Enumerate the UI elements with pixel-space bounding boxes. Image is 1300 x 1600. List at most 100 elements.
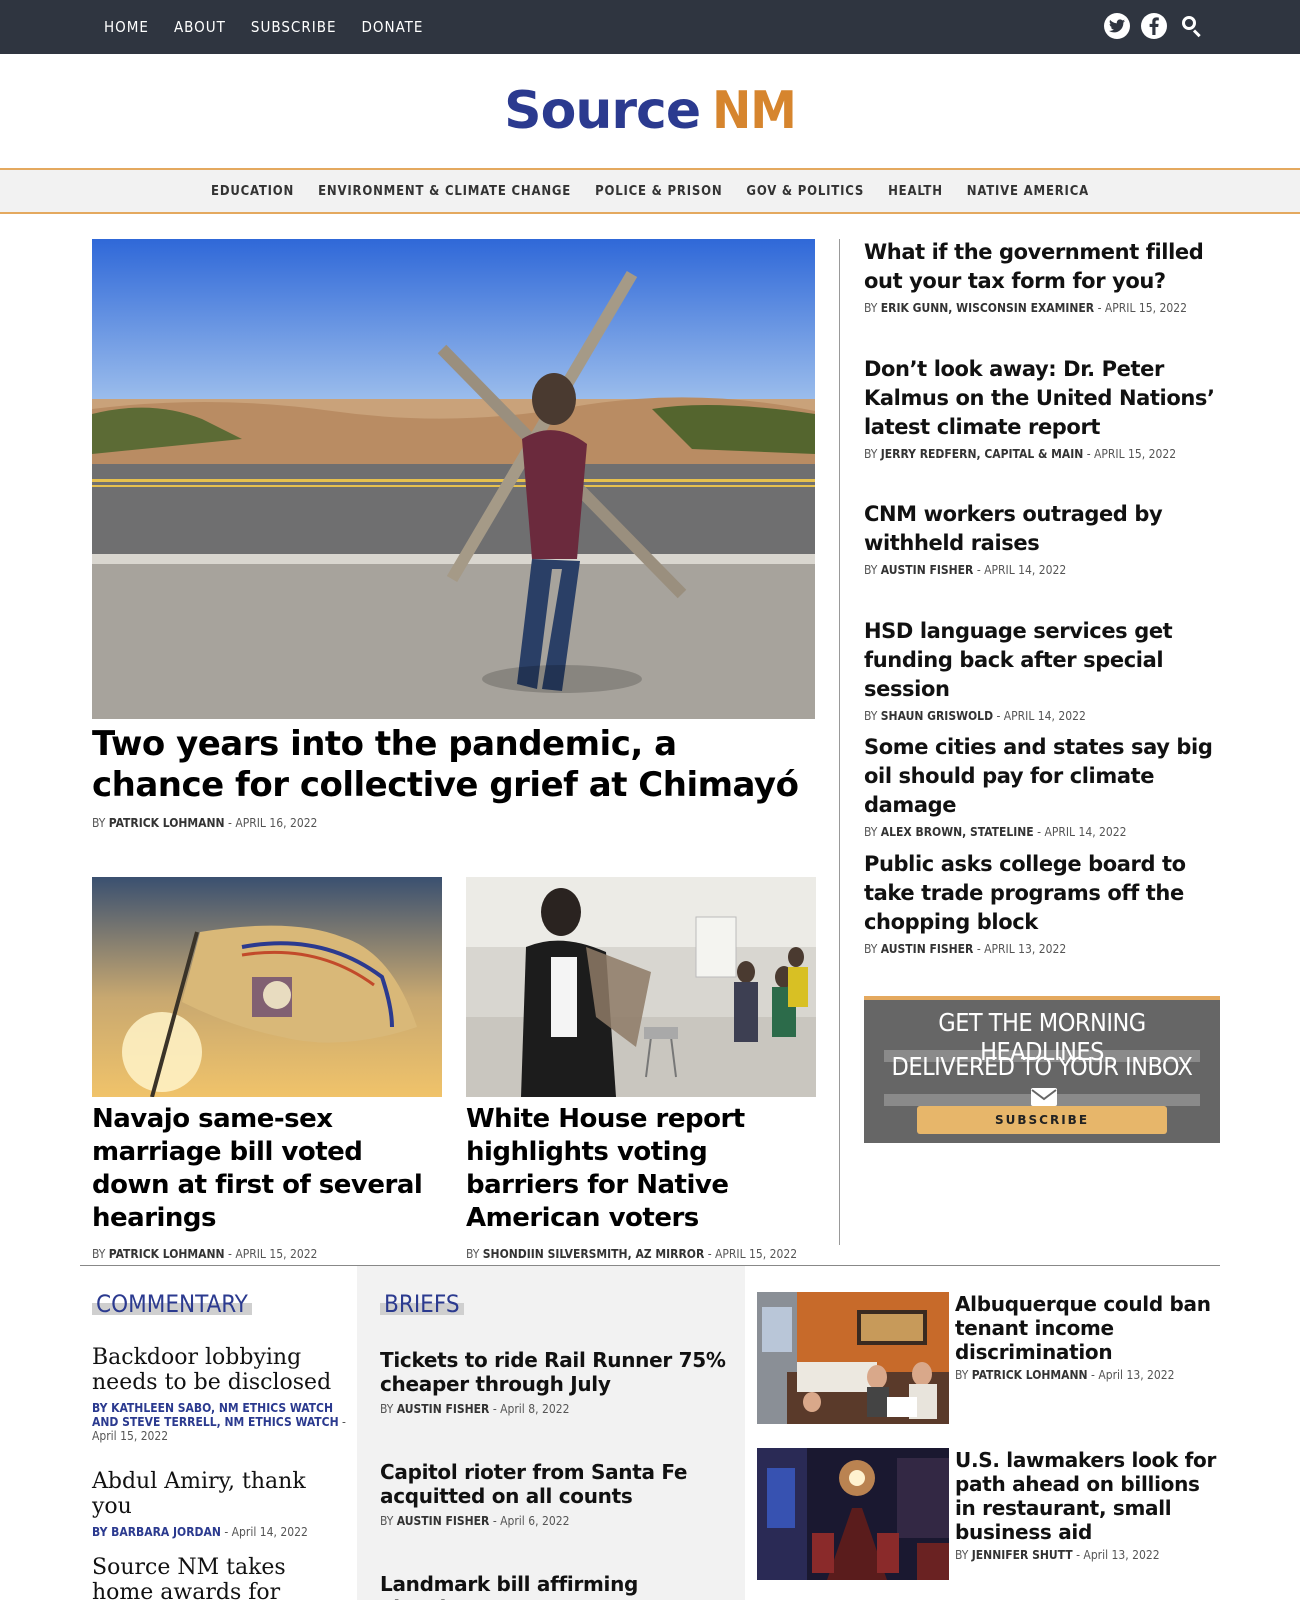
category-education[interactable]: EDUCATION: [211, 184, 294, 199]
hero-image[interactable]: [92, 239, 815, 719]
byline-date: - APRIL 13, 2022: [976, 942, 1067, 956]
photo-story-image[interactable]: [757, 1448, 949, 1580]
hero-headline[interactable]: Two years into the pandemic, a chance fo…: [92, 724, 815, 806]
byline-prefix: BY: [864, 825, 878, 839]
sidebar-story-headline[interactable]: HSD language services get funding back a…: [864, 617, 1224, 704]
byline-date: - April 13, 2022: [1091, 1368, 1175, 1382]
site-logo[interactable]: Source NM: [0, 54, 1300, 168]
briefs-heading-wrap: BRIEFS: [380, 1290, 464, 1318]
byline-date: - April 8, 2022: [492, 1402, 570, 1416]
story-card-image[interactable]: [466, 877, 816, 1097]
byline-author[interactable]: BY KATHLEEN SABO, NM ETHICS WATCH AND ST…: [92, 1401, 339, 1429]
signup-headline-2: DELIVERED TO YOUR INBOX: [884, 1052, 1200, 1110]
top-nav: HOME ABOUT SUBSCRIBE DONATE: [104, 0, 423, 54]
photo-story-text: U.S. lawmakers look for path ahead on bi…: [955, 1448, 1225, 1562]
byline-prefix: BY: [864, 709, 878, 723]
brief-headline[interactable]: Landmark bill affirming abortion: [380, 1572, 730, 1600]
byline-author[interactable]: AUSTIN FISHER: [881, 942, 974, 956]
story-card: White House report highlights voting bar…: [466, 877, 816, 1261]
byline-date: - APRIL 15, 2022: [707, 1247, 798, 1261]
category-gov-politics[interactable]: GOV & POLITICS: [746, 184, 864, 199]
byline-author[interactable]: AUSTIN FISHER: [881, 563, 974, 577]
commentary-heading[interactable]: COMMENTARY: [92, 1290, 252, 1318]
nav-home[interactable]: HOME: [104, 18, 149, 36]
sidebar-story-headline[interactable]: CNM workers outraged by withheld raises: [864, 500, 1224, 558]
facebook-icon[interactable]: [1141, 13, 1167, 39]
nav-subscribe[interactable]: SUBSCRIBE: [251, 18, 337, 36]
commentary-item: Backdoor lobbying needs to be disclosed …: [92, 1345, 347, 1443]
byline-date: - APRIL 16, 2022: [228, 816, 318, 830]
newsletter-signup: GET THE MORNING HEADLINES DELIVERED TO Y…: [864, 996, 1220, 1143]
byline-prefix: BY: [380, 1402, 394, 1416]
sidebar-story-headline[interactable]: Some cities and states say big oil shoul…: [864, 733, 1224, 820]
commentary-section: COMMENTARY: [92, 1290, 342, 1318]
byline-author[interactable]: JERRY REDFERN, CAPITAL & MAIN: [881, 447, 1084, 461]
byline-prefix: BY: [380, 1514, 394, 1528]
briefs-heading[interactable]: BRIEFS: [380, 1290, 464, 1318]
commentary-headline[interactable]: Backdoor lobbying needs to be disclosed: [92, 1345, 347, 1395]
commentary-item: Abdul Amiry, thank you BY BARBARA JORDAN…: [92, 1469, 347, 1539]
sidebar-story-headline[interactable]: Don’t look away: Dr. Peter Kalmus on the…: [864, 355, 1224, 442]
category-police-prison[interactable]: POLICE & PRISON: [595, 184, 722, 199]
category-native-america[interactable]: NATIVE AMERICA: [967, 184, 1089, 199]
byline-author[interactable]: PATRICK LOHMANN: [972, 1368, 1088, 1382]
logo-nm: NM: [712, 81, 797, 141]
byline-prefix: BY: [955, 1548, 969, 1562]
commentary-headline[interactable]: Source NM takes home awards for stories …: [92, 1555, 347, 1600]
logo-wordmark: Source NM: [504, 81, 797, 141]
byline-author[interactable]: PATRICK LOHMANN: [109, 816, 225, 830]
byline-prefix: BY: [864, 563, 878, 577]
brief-headline[interactable]: Capitol rioter from Santa Fe acquitted o…: [380, 1460, 730, 1508]
byline-author[interactable]: AUSTIN FISHER: [397, 1402, 490, 1416]
category-environment[interactable]: ENVIRONMENT & CLIMATE CHANGE: [318, 184, 571, 199]
story-card-image[interactable]: [92, 877, 442, 1097]
photo-story-headline[interactable]: Albuquerque could ban tenant income disc…: [955, 1292, 1225, 1364]
byline-author[interactable]: PATRICK LOHMANN: [109, 1247, 225, 1261]
sidebar-story-byline: BY SHAUN GRISWOLD - APRIL 14, 2022: [864, 709, 1224, 723]
envelope-icon: [1027, 1081, 1057, 1110]
byline-date: - April 13, 2022: [1076, 1548, 1160, 1562]
byline-date: - APRIL 15, 2022: [228, 1247, 318, 1261]
byline-date: - April 6, 2022: [492, 1514, 570, 1528]
photo-story-byline: BY PATRICK LOHMANN - April 13, 2022: [955, 1368, 1225, 1382]
byline-author[interactable]: SHAUN GRISWOLD: [881, 709, 993, 723]
brief-headline[interactable]: Tickets to ride Rail Runner 75% cheaper …: [380, 1348, 730, 1396]
story-card-headline[interactable]: Navajo same-sex marriage bill voted down…: [92, 1103, 442, 1235]
sidebar-story-headline[interactable]: Public asks college board to take trade …: [864, 850, 1224, 937]
photo-story: Albuquerque could ban tenant income disc…: [757, 1292, 1227, 1424]
search-icon[interactable]: [1178, 13, 1204, 39]
byline-author[interactable]: ALEX BROWN, STATELINE: [881, 825, 1034, 839]
column-divider: [839, 239, 840, 1245]
commentary-byline: BY KATHLEEN SABO, NM ETHICS WATCH AND ST…: [92, 1401, 347, 1443]
photo-story-headline[interactable]: U.S. lawmakers look for path ahead on bi…: [955, 1448, 1225, 1544]
commentary-headline[interactable]: Abdul Amiry, thank you: [92, 1469, 347, 1519]
byline-author[interactable]: BY BARBARA JORDAN: [92, 1525, 221, 1539]
byline-prefix: BY: [92, 1247, 106, 1261]
logo-source: Source: [504, 81, 701, 141]
byline-author[interactable]: AUSTIN FISHER: [397, 1514, 490, 1528]
brief-item: Capitol rioter from Santa Fe acquitted o…: [380, 1460, 730, 1528]
sidebar-story-byline: BY ERIK GUNN, WISCONSIN EXAMINER - APRIL…: [864, 301, 1224, 315]
photo-story-image[interactable]: [757, 1292, 949, 1424]
byline-prefix: BY: [864, 942, 878, 956]
byline-author[interactable]: SHONDIIN SILVERSMITH, AZ MIRROR: [483, 1247, 704, 1261]
sidebar-story-byline: BY AUSTIN FISHER - APRIL 13, 2022: [864, 942, 1224, 956]
photo-story-byline: BY JENNIFER SHUTT - April 13, 2022: [955, 1548, 1225, 1562]
story-card-headline[interactable]: White House report highlights voting bar…: [466, 1103, 816, 1235]
byline-prefix: BY: [955, 1368, 969, 1382]
twitter-icon[interactable]: [1104, 13, 1130, 39]
sidebar-story: CNM workers outraged by withheld raises …: [864, 500, 1224, 577]
nav-donate[interactable]: DONATE: [362, 18, 424, 36]
subscribe-button[interactable]: SUBSCRIBE: [917, 1106, 1167, 1134]
sidebar-story: What if the government filled out your t…: [864, 238, 1224, 315]
category-health[interactable]: HEALTH: [888, 184, 943, 199]
byline-author[interactable]: JENNIFER SHUTT: [972, 1548, 1073, 1562]
byline-author[interactable]: ERIK GUNN, WISCONSIN EXAMINER: [881, 301, 1094, 315]
story-card: Navajo same-sex marriage bill voted down…: [92, 877, 442, 1261]
byline-prefix: BY: [864, 301, 878, 315]
sidebar-story-byline: BY AUSTIN FISHER - APRIL 14, 2022: [864, 563, 1224, 577]
brief-item: Landmark bill affirming abortion: [380, 1572, 730, 1600]
category-nav: EDUCATION ENVIRONMENT & CLIMATE CHANGE P…: [0, 168, 1300, 214]
nav-about[interactable]: ABOUT: [174, 18, 226, 36]
sidebar-story-headline[interactable]: What if the government filled out your t…: [864, 238, 1224, 296]
